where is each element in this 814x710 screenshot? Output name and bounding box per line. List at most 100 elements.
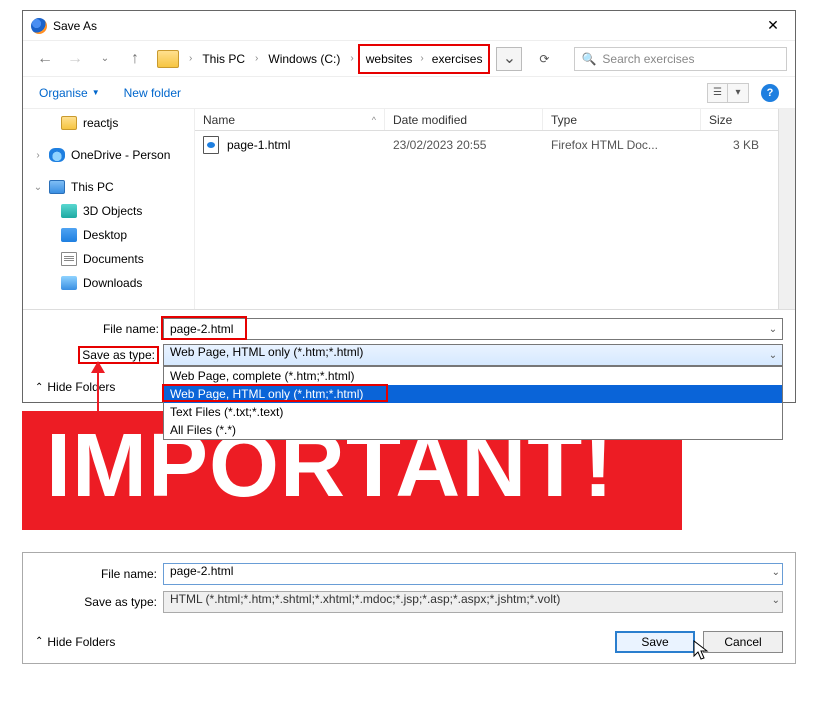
address-bar: ← → ⌄ ↑ › This PC › Windows (C:) › websi…: [23, 41, 795, 77]
file-name-label: File name:: [35, 322, 163, 336]
3d-objects-icon: [61, 204, 77, 218]
tree-label: Documents: [83, 252, 144, 266]
tree-item-reactjs[interactable]: reactjs: [33, 111, 194, 135]
help-button[interactable]: ?: [761, 84, 779, 102]
back-button[interactable]: ←: [31, 47, 59, 71]
tree-item-3d-objects[interactable]: 3D Objects: [33, 199, 194, 223]
save-fields: File name: ⌄ Save as type: Web Page, HTM…: [23, 310, 795, 402]
search-box[interactable]: 🔍 Search exercises: [574, 47, 787, 71]
file-name: page-1.html: [227, 138, 290, 152]
onedrive-icon: [49, 148, 65, 162]
save-as-type-label: Save as type:: [35, 595, 163, 609]
documents-icon: [61, 252, 77, 266]
tree-label: Downloads: [83, 276, 142, 290]
refresh-button[interactable]: ⟳: [530, 47, 558, 71]
column-name[interactable]: Name ^: [195, 109, 385, 130]
hide-folders-label: Hide Folders: [47, 380, 115, 394]
breadcrumb-exercises[interactable]: exercises: [426, 50, 483, 68]
path-dropdown-button[interactable]: ⌄: [496, 47, 522, 71]
organise-label: Organise: [39, 86, 88, 100]
save-as-type-dropdown: Web Page, complete (*.htm;*.html) Web Pa…: [163, 366, 783, 440]
chevron-right-icon: ›: [33, 150, 43, 161]
content-area: reactjs › OneDrive - Person ⌄ This PC 3D…: [23, 109, 795, 310]
breadcrumb-highlighted-path: websites › exercises: [358, 44, 491, 74]
chevron-down-icon[interactable]: ⌄: [772, 567, 780, 578]
search-icon: 🔍: [581, 52, 596, 66]
tree-label: 3D Objects: [83, 204, 142, 218]
file-name-label: File name:: [35, 567, 163, 581]
column-type[interactable]: Type: [543, 109, 701, 130]
chevron-up-icon: ⌃: [35, 636, 43, 647]
tree-item-documents[interactable]: Documents: [33, 247, 194, 271]
tree-label: OneDrive - Person: [71, 148, 170, 162]
file-name-value: page-2.html: [170, 564, 233, 578]
pc-icon: [49, 180, 65, 194]
save-type-option-complete[interactable]: Web Page, complete (*.htm;*.html): [164, 367, 782, 385]
desktop-icon: [61, 228, 77, 242]
column-label: Name: [203, 113, 235, 127]
save-type-option-text[interactable]: Text Files (*.txt;*.text): [164, 403, 782, 421]
file-list: Name ^ Date modified Type Size page-1.ht…: [195, 109, 795, 309]
chevron-right-icon: ›: [187, 53, 194, 64]
title-bar: Save As ✕: [23, 11, 795, 41]
save-type-option-html-only[interactable]: Web Page, HTML only (*.htm;*.html): [164, 385, 782, 403]
file-row[interactable]: page-1.html 23/02/2023 20:55 Firefox HTM…: [195, 131, 795, 159]
chevron-up-icon: ⌃: [35, 382, 43, 393]
breadcrumb-drive[interactable]: Windows (C:): [262, 50, 346, 68]
search-placeholder: Search exercises: [602, 52, 694, 66]
breadcrumb-this-pc[interactable]: This PC: [196, 50, 251, 68]
cancel-button[interactable]: Cancel: [703, 631, 783, 653]
chevron-down-icon[interactable]: ⌄: [764, 319, 782, 339]
save-as-dialog-bottom: File name: page-2.html ⌄ Save as type: H…: [22, 552, 796, 664]
file-name-input[interactable]: [163, 318, 783, 340]
save-type-option-all[interactable]: All Files (*.*): [164, 421, 782, 439]
recent-locations-button[interactable]: ⌄: [91, 47, 119, 71]
tree-item-this-pc[interactable]: ⌄ This PC: [33, 175, 194, 199]
breadcrumb-websites[interactable]: websites: [366, 50, 419, 68]
sort-ascending-icon: ^: [372, 115, 376, 125]
chevron-right-icon: ›: [348, 53, 355, 64]
navigation-tree: reactjs › OneDrive - Person ⌄ This PC 3D…: [23, 109, 195, 309]
save-as-type-value: HTML (*.html;*.htm;*.shtml;*.xhtml;*.mdo…: [170, 592, 560, 606]
save-button[interactable]: Save: [615, 631, 695, 653]
save-as-type-label: Save as type:: [35, 348, 163, 362]
tree-item-desktop[interactable]: Desktop: [33, 223, 194, 247]
file-name-input[interactable]: page-2.html ⌄: [163, 563, 783, 585]
tree-label: reactjs: [83, 116, 118, 130]
hide-folders-toggle[interactable]: ⌃ Hide Folders: [35, 380, 115, 394]
column-date[interactable]: Date modified: [385, 109, 543, 130]
scrollbar[interactable]: [778, 109, 795, 309]
window-title: Save As: [53, 19, 97, 33]
chevron-down-icon: ⌄: [764, 345, 782, 365]
firefox-icon: [31, 18, 47, 34]
chevron-down-icon: ▾: [728, 84, 748, 102]
folder-icon: [61, 116, 77, 130]
hide-folders-toggle[interactable]: ⌃ Hide Folders: [35, 635, 115, 649]
chevron-down-icon[interactable]: ⌄: [772, 595, 780, 606]
close-button[interactable]: ✕: [753, 12, 793, 40]
hide-folders-label: Hide Folders: [47, 635, 115, 649]
chevron-down-icon: ▼: [92, 88, 100, 97]
save-as-type-combobox[interactable]: Web Page, HTML only (*.htm;*.html) ⌄: [163, 344, 783, 366]
downloads-icon: [61, 276, 77, 290]
organise-menu[interactable]: Organise ▼: [39, 86, 100, 100]
file-date: 23/02/2023 20:55: [385, 138, 543, 152]
toolbar: Organise ▼ New folder ☰ ▾ ?: [23, 77, 795, 109]
arrow-line: [97, 367, 99, 411]
tree-item-downloads[interactable]: Downloads: [33, 271, 194, 295]
chevron-right-icon: ›: [418, 53, 425, 64]
file-type: Firefox HTML Doc...: [543, 138, 701, 152]
view-icon: ☰: [708, 84, 728, 102]
up-button[interactable]: ↑: [121, 47, 149, 71]
new-folder-button[interactable]: New folder: [124, 86, 181, 100]
save-as-type-combobox[interactable]: HTML (*.html;*.htm;*.shtml;*.xhtml;*.mdo…: [163, 591, 783, 613]
forward-button[interactable]: →: [61, 47, 89, 71]
column-headers: Name ^ Date modified Type Size: [195, 109, 795, 131]
tree-label: This PC: [71, 180, 114, 194]
view-options-button[interactable]: ☰ ▾: [707, 83, 749, 103]
tree-item-onedrive[interactable]: › OneDrive - Person: [33, 143, 194, 167]
folder-icon: [157, 50, 179, 68]
chevron-right-icon: ›: [253, 53, 260, 64]
chevron-down-icon: ⌄: [33, 182, 43, 193]
save-as-type-value: Web Page, HTML only (*.htm;*.html): [170, 345, 363, 359]
